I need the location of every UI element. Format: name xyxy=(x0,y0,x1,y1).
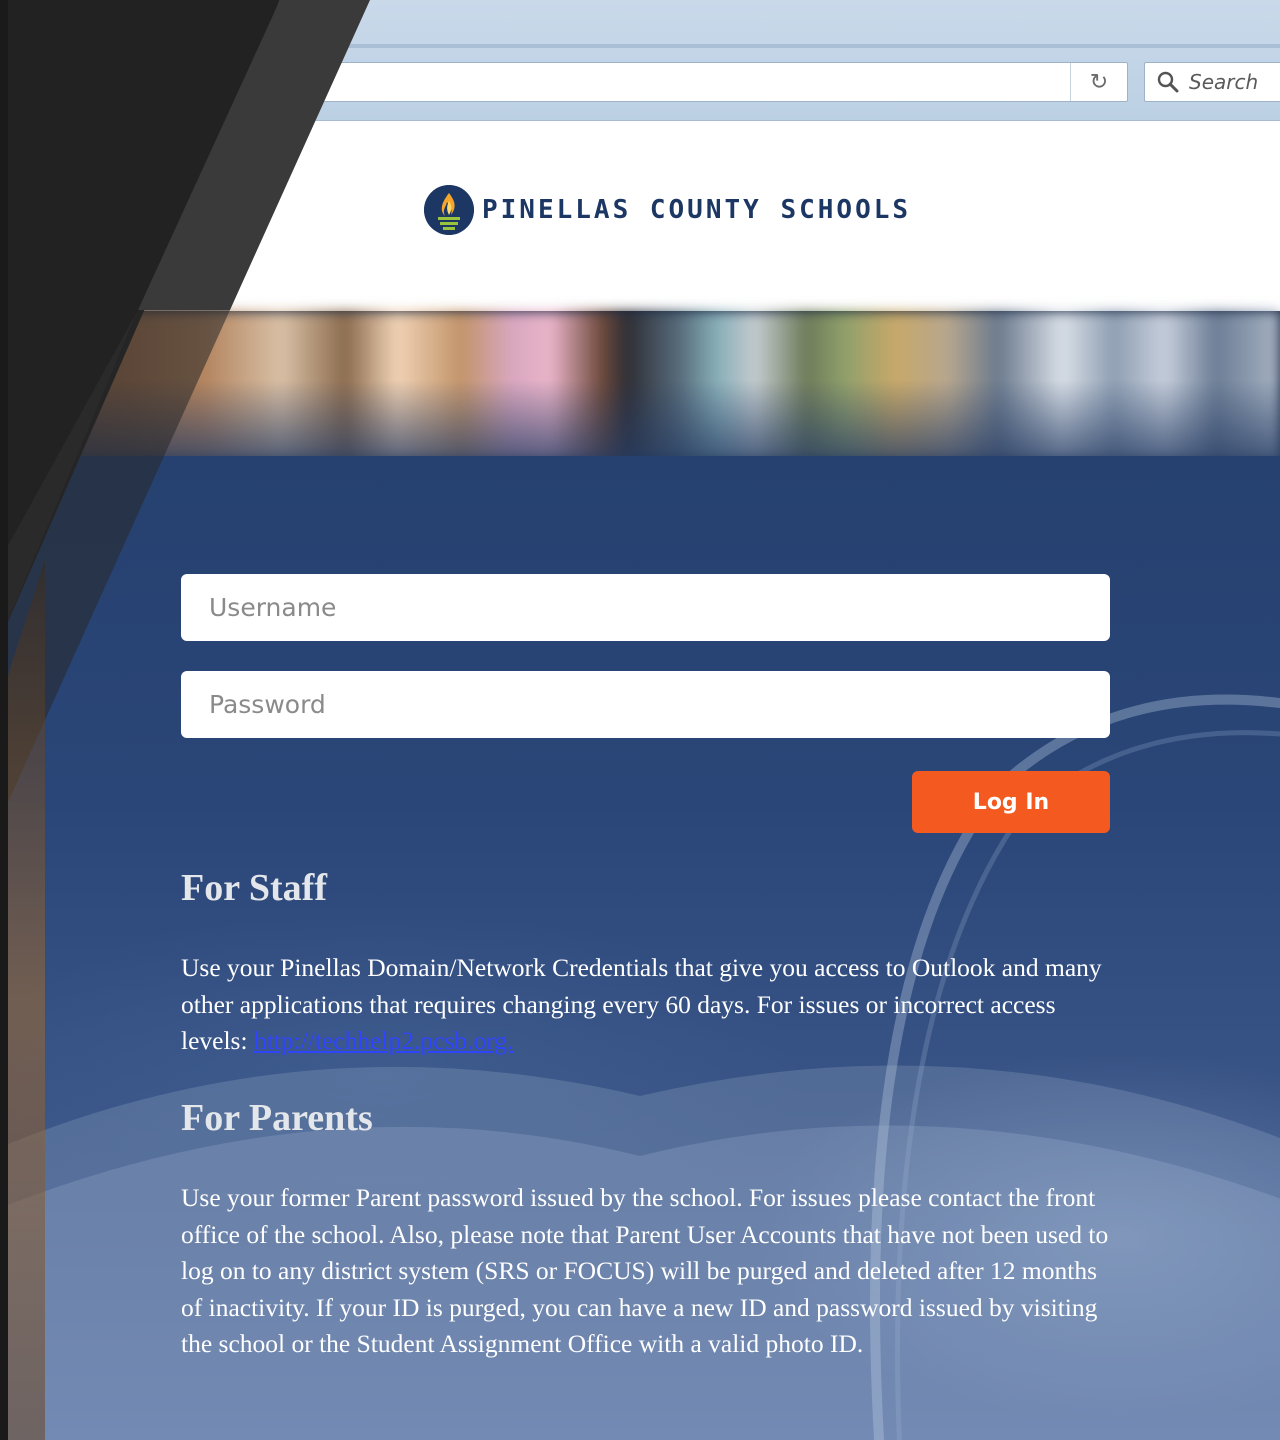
staff-heading: For Staff xyxy=(181,867,327,909)
brand-name: PINELLAS COUNTY SCHOOLS xyxy=(482,195,912,225)
password-input[interactable] xyxy=(181,671,1110,738)
page: ↻ Search PINELLAS COUNTY SCHOOLS Usernam… xyxy=(0,0,1280,1440)
address-bar[interactable]: ↻ xyxy=(180,62,1128,102)
staff-text: Use your Pinellas Domain/Network Credent… xyxy=(181,950,1116,1060)
browser-search-input[interactable] xyxy=(1189,70,1280,94)
staff-section: For Staff Use your Pinellas Domain/Netwo… xyxy=(181,866,1116,1060)
brand-logo[interactable]: PINELLAS COUNTY SCHOOLS xyxy=(424,185,911,235)
techhelp-link[interactable]: http://techhelp2.pcsb.org. xyxy=(254,1026,513,1055)
login-form xyxy=(181,574,1110,738)
torch-icon xyxy=(424,185,474,235)
site-header: PINELLAS COUNTY SCHOOLS xyxy=(0,121,1280,311)
reload-button[interactable]: ↻ xyxy=(1070,63,1127,101)
reload-icon: ↻ xyxy=(1089,69,1109,95)
parents-text: Use your former Parent password issued b… xyxy=(181,1183,1109,1358)
parents-section: For Parents Use your former Parent passw… xyxy=(181,1096,1116,1363)
parents-heading: For Parents xyxy=(181,1097,373,1139)
browser-toolbar: ↻ xyxy=(0,0,1280,121)
username-input[interactable] xyxy=(181,574,1110,641)
browser-search-box[interactable] xyxy=(1144,62,1280,102)
log-in-button[interactable]: Log In xyxy=(912,771,1110,833)
search-icon xyxy=(1155,69,1181,95)
tab-strip xyxy=(0,44,1280,48)
